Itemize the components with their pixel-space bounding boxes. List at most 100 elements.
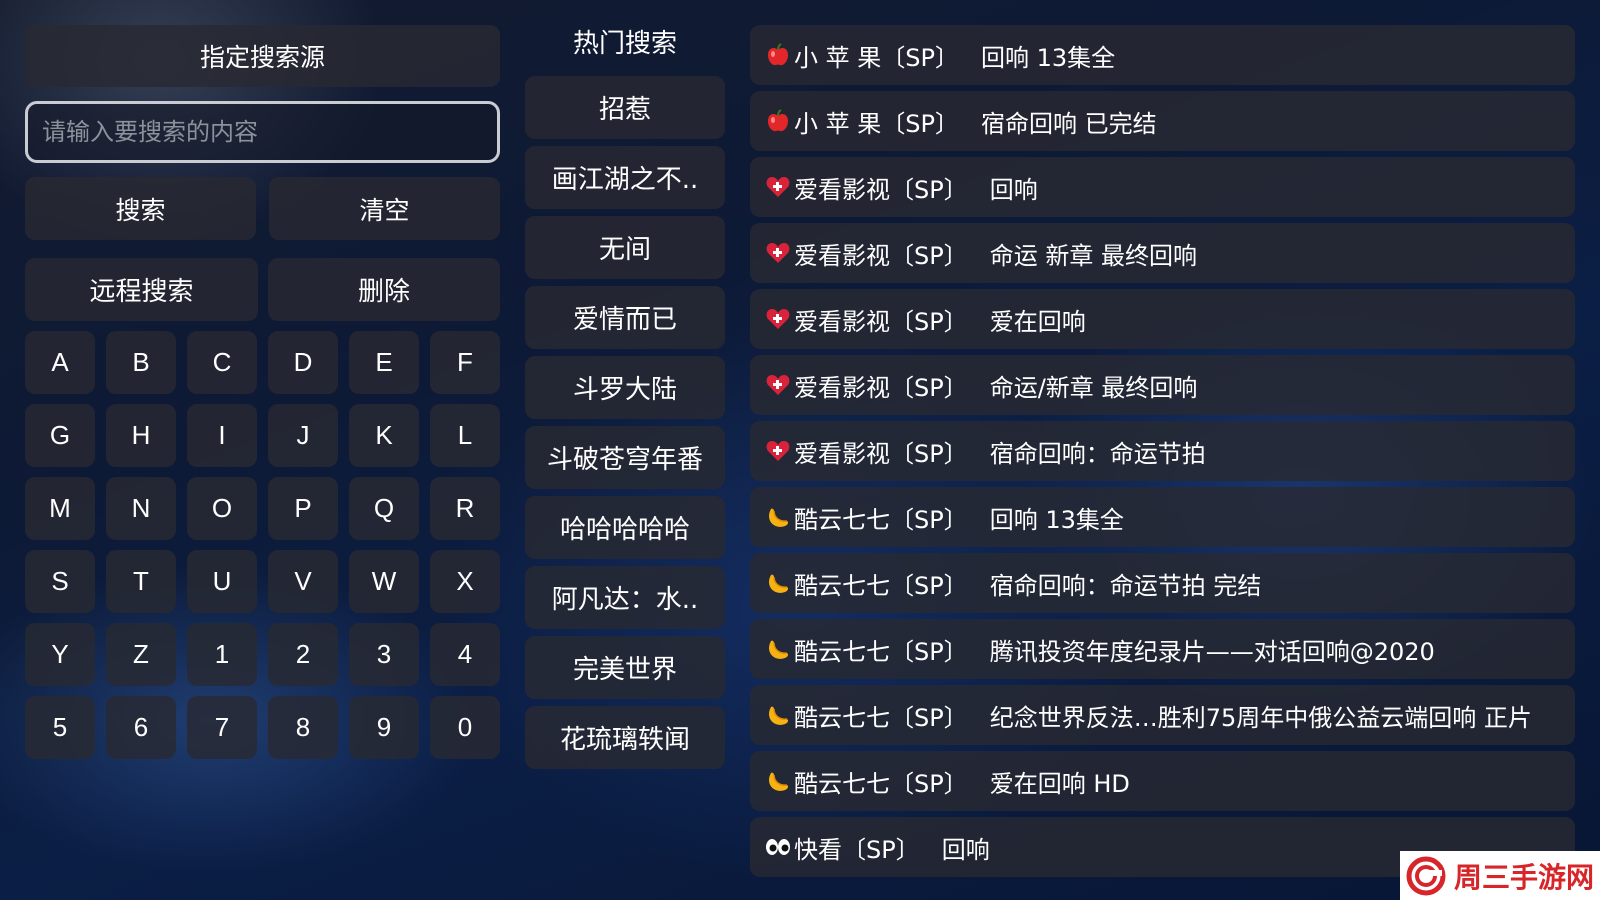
result-item[interactable]: 爱看影视〔SP〕 爱在回响 bbox=[750, 289, 1575, 349]
result-title: 纪念世界反法…胜利75周年中俄公益云端回响 正片 bbox=[989, 703, 1532, 732]
watermark-text: 周三手游网 bbox=[1454, 860, 1595, 894]
delete-button[interactable]: 删除 bbox=[268, 258, 500, 321]
heart-icon bbox=[764, 305, 792, 333]
key-d[interactable]: D bbox=[268, 331, 338, 394]
eyes-icon bbox=[764, 833, 792, 861]
result-item[interactable]: 酷云七七〔SP〕 纪念世界反法…胜利75周年中俄公益云端回响 正片 bbox=[750, 685, 1575, 745]
result-item[interactable]: 酷云七七〔SP〕 回响 13集全 bbox=[750, 487, 1575, 547]
result-source: 酷云七七〔SP〕 bbox=[794, 505, 968, 534]
hot-search-list: 招惹画江湖之不.. 无间爱情而已斗罗大陆斗破苍穹年番 哈哈哈哈哈阿凡达：水.. 完美世… bbox=[525, 76, 725, 769]
result-title: 宿命回响：命运节拍 完结 bbox=[989, 571, 1262, 600]
result-source: 爱看影视〔SP〕 bbox=[794, 373, 968, 402]
hot-search-item[interactable]: 哈哈哈哈哈 bbox=[525, 496, 725, 559]
key-3[interactable]: 3 bbox=[349, 623, 419, 686]
moon-icon bbox=[764, 701, 792, 729]
result-title: 回响 bbox=[989, 175, 1038, 204]
key-u[interactable]: U bbox=[187, 550, 257, 613]
result-title: 回响 13集全 bbox=[980, 43, 1116, 72]
result-source: 快看〔SP〕 bbox=[794, 835, 920, 864]
key-5[interactable]: 5 bbox=[25, 696, 95, 759]
key-l[interactable]: L bbox=[430, 404, 500, 467]
watermark-logo-icon bbox=[1406, 856, 1446, 895]
search-input[interactable] bbox=[40, 103, 497, 161]
heart-icon bbox=[764, 437, 792, 465]
key-j[interactable]: J bbox=[268, 404, 338, 467]
result-source: 爱看影视〔SP〕 bbox=[794, 241, 968, 270]
hot-search-item[interactable]: 斗罗大陆 bbox=[525, 356, 725, 419]
key-2[interactable]: 2 bbox=[268, 623, 338, 686]
key-n[interactable]: N bbox=[106, 477, 176, 540]
key-e[interactable]: E bbox=[349, 331, 419, 394]
heart-icon bbox=[764, 371, 792, 399]
result-item[interactable]: 酷云七七〔SP〕 腾讯投资年度纪录片——对话回响@2020 bbox=[750, 619, 1575, 679]
key-7[interactable]: 7 bbox=[187, 696, 257, 759]
key-p[interactable]: P bbox=[268, 477, 338, 540]
key-8[interactable]: 8 bbox=[268, 696, 338, 759]
result-item[interactable]: 酷云七七〔SP〕 宿命回响：命运节拍 完结 bbox=[750, 553, 1575, 613]
result-item[interactable]: 爱看影视〔SP〕 命运 新章 最终回响 bbox=[750, 223, 1575, 283]
result-item[interactable]: 小 苹 果〔SP〕 宿命回响 已完结 bbox=[750, 91, 1575, 151]
key-x[interactable]: X bbox=[430, 550, 500, 613]
apple-icon bbox=[764, 41, 792, 69]
hot-search-item[interactable]: 招惹 bbox=[525, 76, 725, 139]
search-button[interactable]: 搜索 bbox=[25, 177, 256, 240]
search-box[interactable] bbox=[25, 101, 500, 163]
result-item[interactable]: 爱看影视〔SP〕 宿命回响：命运节拍 bbox=[750, 421, 1575, 481]
hot-search-item[interactable]: 斗破苍穹年番 bbox=[525, 426, 725, 489]
search-results-list: 小 苹 果〔SP〕 回响 13集全小 苹 果〔SP〕 宿命回响 已完结 爱看影视〔SP… bbox=[750, 25, 1575, 877]
result-source: 酷云七七〔SP〕 bbox=[794, 571, 968, 600]
hot-search-item[interactable]: 花琉璃轶闻 bbox=[525, 706, 725, 769]
hot-search-item[interactable]: 无间 bbox=[525, 216, 725, 279]
key-s[interactable]: S bbox=[25, 550, 95, 613]
result-source: 爱看影视〔SP〕 bbox=[794, 439, 968, 468]
result-item[interactable]: 爱看影视〔SP〕 回响 bbox=[750, 157, 1575, 217]
key-h[interactable]: H bbox=[106, 404, 176, 467]
specify-search-source-button[interactable]: 指定搜索源 bbox=[25, 25, 500, 87]
hot-search-item[interactable]: 爱情而已 bbox=[525, 286, 725, 349]
remote-search-button[interactable]: 远程搜索 bbox=[25, 258, 258, 321]
hot-search-item[interactable]: 阿凡达：水.. bbox=[525, 566, 725, 629]
key-9[interactable]: 9 bbox=[349, 696, 419, 759]
result-source: 小 苹 果〔SP〕 bbox=[794, 109, 959, 138]
key-i[interactable]: I bbox=[187, 404, 257, 467]
result-title: 爱在回响 bbox=[989, 307, 1086, 336]
key-a[interactable]: A bbox=[25, 331, 95, 394]
result-source: 爱看影视〔SP〕 bbox=[794, 175, 968, 204]
key-r[interactable]: R bbox=[430, 477, 500, 540]
hot-search-item[interactable]: 完美世界 bbox=[525, 636, 725, 699]
result-title: 宿命回响 已完结 bbox=[980, 109, 1157, 138]
key-6[interactable]: 6 bbox=[106, 696, 176, 759]
moon-icon bbox=[764, 569, 792, 597]
result-title: 命运 新章 最终回响 bbox=[989, 241, 1197, 270]
key-m[interactable]: M bbox=[25, 477, 95, 540]
moon-icon bbox=[764, 635, 792, 663]
result-source: 酷云七七〔SP〕 bbox=[794, 637, 968, 666]
moon-icon bbox=[764, 767, 792, 795]
result-title: 爱在回响 HD bbox=[989, 769, 1130, 798]
key-v[interactable]: V bbox=[268, 550, 338, 613]
result-item[interactable]: 爱看影视〔SP〕 命运/新章 最终回响 bbox=[750, 355, 1575, 415]
clear-button[interactable]: 清空 bbox=[269, 177, 500, 240]
hot-search-item[interactable]: 画江湖之不.. bbox=[525, 146, 725, 209]
key-1[interactable]: 1 bbox=[187, 623, 257, 686]
result-item[interactable]: 酷云七七〔SP〕 爱在回响 HD bbox=[750, 751, 1575, 811]
key-b[interactable]: B bbox=[106, 331, 176, 394]
key-4[interactable]: 4 bbox=[430, 623, 500, 686]
hot-search-title: 热门搜索 bbox=[572, 29, 677, 59]
key-g[interactable]: G bbox=[25, 404, 95, 467]
key-y[interactable]: Y bbox=[25, 623, 95, 686]
key-f[interactable]: F bbox=[430, 331, 500, 394]
key-0[interactable]: 0 bbox=[430, 696, 500, 759]
key-z[interactable]: Z bbox=[106, 623, 176, 686]
result-item[interactable]: 小 苹 果〔SP〕 回响 13集全 bbox=[750, 25, 1575, 85]
key-t[interactable]: T bbox=[106, 550, 176, 613]
key-o[interactable]: O bbox=[187, 477, 257, 540]
key-k[interactable]: K bbox=[349, 404, 419, 467]
apple-icon bbox=[764, 107, 792, 135]
result-title: 回响 13集全 bbox=[989, 505, 1124, 534]
virtual-keyboard: ABCDEF GHIJKL MNOPQR STUVWX YZ1234 567890 bbox=[25, 331, 500, 759]
watermark: 周三手游网 bbox=[1400, 851, 1600, 900]
key-c[interactable]: C bbox=[187, 331, 257, 394]
key-q[interactable]: Q bbox=[349, 477, 419, 540]
key-w[interactable]: W bbox=[349, 550, 419, 613]
